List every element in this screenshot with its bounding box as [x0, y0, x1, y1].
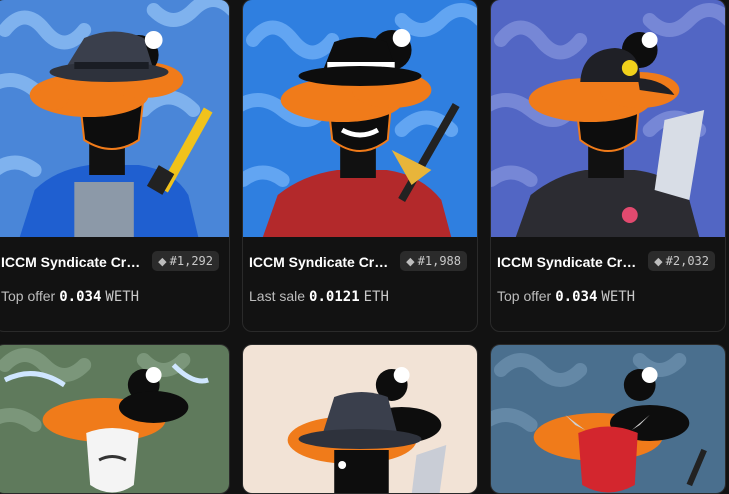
rarity-rank-badge: ◆ #2,032	[648, 251, 715, 271]
nft-image[interactable]	[491, 0, 725, 237]
price-currency: WETH	[105, 289, 140, 305]
rarity-rank: #1,988	[417, 254, 461, 268]
nft-title[interactable]: ICCM Syndicate Crew #2032	[497, 254, 637, 270]
price-row: Top offer 0.034 WETH	[1, 288, 139, 305]
price-value: 0.034	[555, 289, 598, 305]
price-row: Top offer 0.034 WETH	[497, 288, 635, 305]
nft-image[interactable]	[491, 345, 725, 493]
price-currency: WETH	[601, 289, 636, 305]
price-value: 0.0121	[309, 289, 360, 305]
price-label: Top offer	[1, 288, 56, 304]
nft-card[interactable]: ICCM Syndicate Crew #1292 ◆#1,292 Top of…	[0, 0, 230, 332]
rarity-rank-badge: ◆ #1,292	[152, 251, 219, 271]
nft-card[interactable]: ICCM Syndicate Crew #2032 ◆#2,032 Top of…	[490, 0, 726, 332]
price-label: Last sale	[249, 288, 306, 304]
diamond-icon: ◆	[158, 255, 167, 268]
diamond-icon: ◆	[654, 255, 663, 268]
nft-card[interactable]	[0, 344, 230, 494]
nft-card-info: ICCM Syndicate Crew #2032 ◆#2,032 Top of…	[491, 237, 725, 331]
nft-title[interactable]: ICCM Syndicate Crew #1292	[1, 254, 141, 270]
nft-card-info: ICCM Syndicate Crew #1292 ◆#1,292 Top of…	[0, 237, 229, 331]
nft-card[interactable]: ICCM Syndicate Crew #1988 ◆#1,988 Last s…	[242, 0, 478, 332]
price-value: 0.034	[59, 289, 102, 305]
rarity-rank: #2,032	[665, 254, 709, 268]
nft-title[interactable]: ICCM Syndicate Crew #1988	[249, 254, 389, 270]
nft-image[interactable]	[243, 345, 477, 493]
rarity-rank: #1,292	[169, 254, 213, 268]
rarity-rank-badge: ◆ #1,988	[400, 251, 467, 271]
price-label: Top offer	[497, 288, 552, 304]
nft-card[interactable]	[242, 344, 478, 494]
price-currency: ETH	[363, 289, 389, 305]
nft-image[interactable]	[0, 345, 229, 493]
diamond-icon: ◆	[406, 255, 415, 268]
nft-image[interactable]	[0, 0, 229, 237]
price-row: Last sale 0.0121 ETH	[249, 288, 389, 305]
nft-image[interactable]	[243, 0, 477, 237]
nft-card[interactable]	[490, 344, 726, 494]
nft-card-info: ICCM Syndicate Crew #1988 ◆#1,988 Last s…	[243, 237, 477, 331]
